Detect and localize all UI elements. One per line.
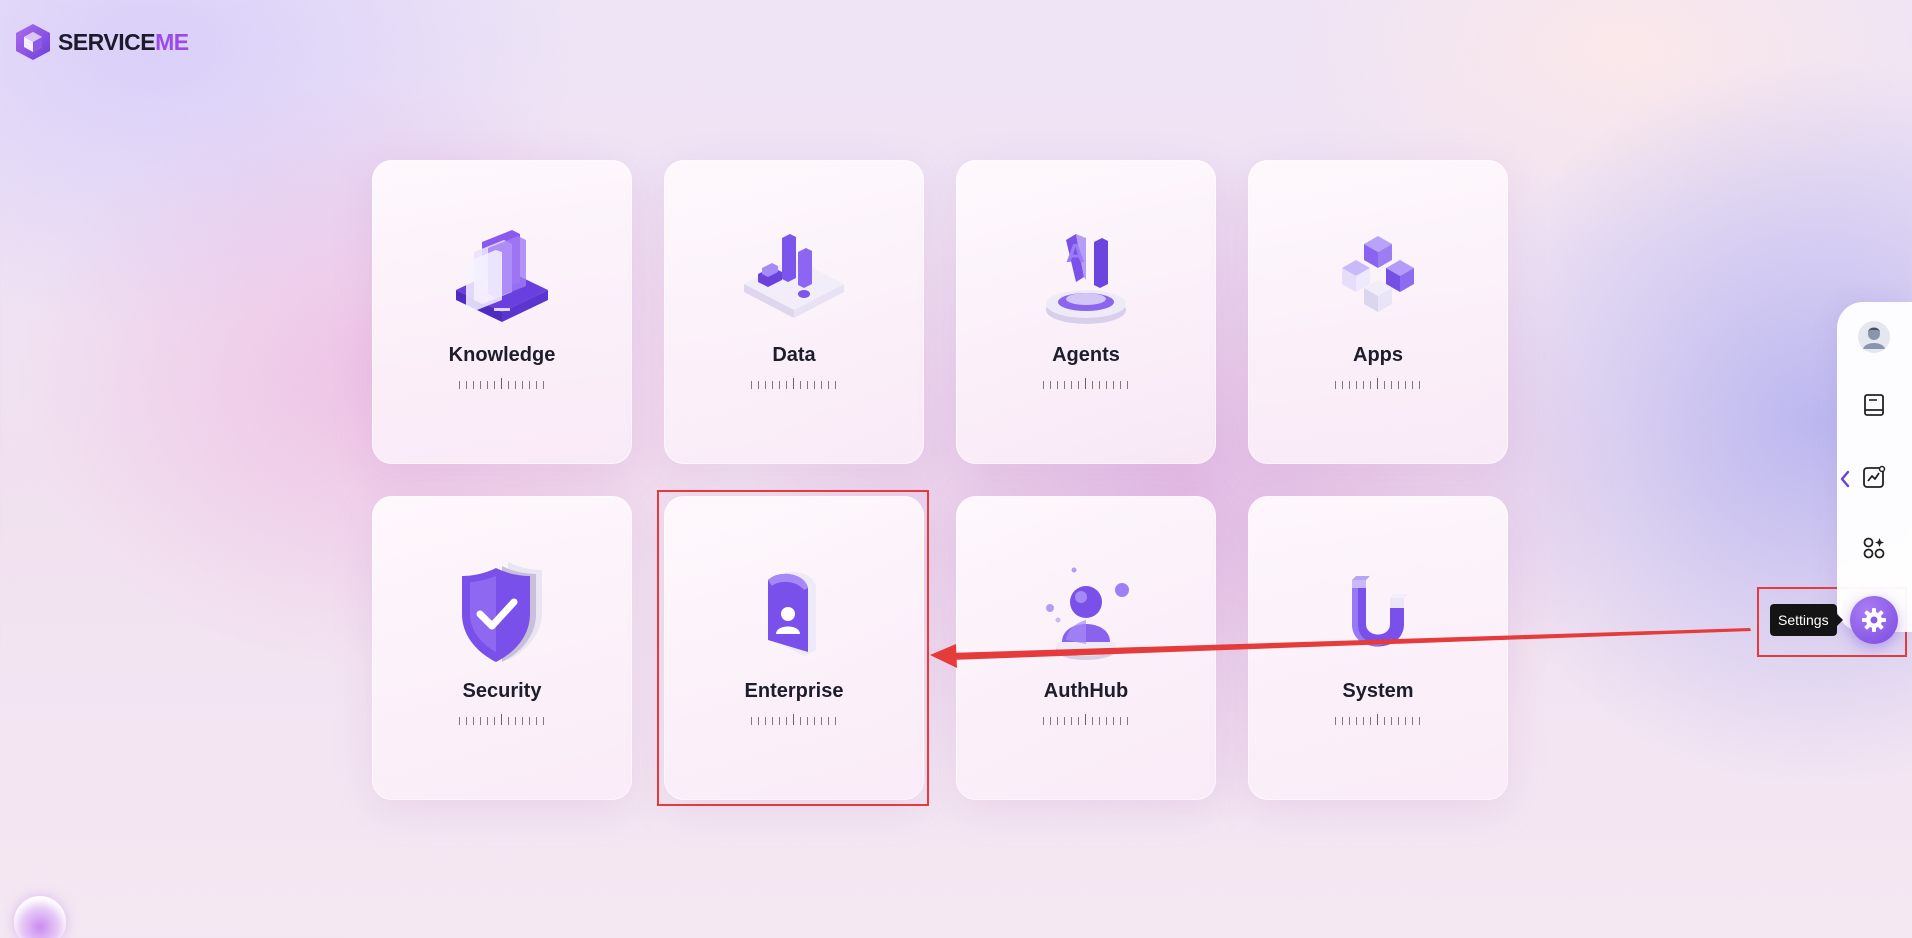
card-data[interactable]: Data (664, 160, 924, 464)
card-divider (1043, 378, 1129, 389)
enterprise-badge-icon (768, 571, 816, 656)
brand-logo[interactable]: SERVICEME (14, 22, 189, 62)
settings-button[interactable] (1850, 596, 1898, 644)
gear-icon (1862, 608, 1886, 632)
card-title: AuthHub (1043, 680, 1129, 702)
apps-cubes-icon (1342, 236, 1414, 312)
card-system[interactable]: System (1248, 496, 1508, 800)
card-title: Data (772, 344, 816, 366)
sidebar-item-apps[interactable] (1852, 526, 1896, 570)
brand-name: SERVICEME (58, 29, 189, 56)
agents-ai-icon: A (1046, 234, 1126, 324)
card-title: Agents (1052, 344, 1120, 366)
card-divider (459, 714, 545, 725)
svg-text:A: A (1066, 238, 1085, 268)
card-title: Apps (1353, 344, 1403, 366)
apps-grid-icon (1863, 537, 1885, 559)
sidebar-item-knowledge[interactable] (1852, 383, 1896, 427)
brand-name-main: SERVICE (58, 28, 156, 55)
system-magnet-icon (1352, 576, 1408, 647)
chevron-left-icon (1840, 470, 1850, 488)
card-title: System (1342, 680, 1414, 702)
logo-cube-icon (16, 24, 50, 60)
brand-name-accent: ME (155, 28, 189, 55)
card-authhub[interactable]: AuthHub (956, 496, 1216, 800)
analytics-icon (1863, 465, 1886, 488)
assistant-orb-button[interactable] (14, 896, 66, 938)
card-divider (1335, 714, 1421, 725)
card-title: Security (462, 680, 542, 702)
card-apps[interactable]: Apps (1248, 160, 1508, 464)
card-enterprise[interactable]: Enterprise (664, 496, 924, 800)
card-divider (459, 378, 545, 389)
card-agents[interactable]: A Agents (956, 160, 1216, 464)
card-divider (751, 378, 837, 389)
card-knowledge[interactable]: Knowledge (372, 160, 632, 464)
book-icon (1864, 394, 1884, 416)
card-divider (1043, 714, 1129, 725)
card-divider (1335, 378, 1421, 389)
user-avatar-icon (1858, 321, 1890, 353)
knowledge-books-icon (456, 230, 548, 322)
card-security[interactable]: Security (372, 496, 632, 800)
settings-tooltip: Settings (1770, 604, 1843, 636)
card-divider (751, 714, 837, 725)
authhub-user-icon (1046, 567, 1129, 660)
module-grid: Knowledge Data A Agents Apps Security En… (372, 160, 1508, 800)
card-title: Enterprise (744, 680, 844, 702)
sidebar-item-analytics[interactable] (1852, 455, 1896, 499)
card-title: Knowledge (448, 344, 556, 366)
security-shield-icon (462, 562, 542, 662)
sidebar-item-profile[interactable] (1852, 315, 1896, 359)
data-chart-icon (744, 234, 844, 318)
